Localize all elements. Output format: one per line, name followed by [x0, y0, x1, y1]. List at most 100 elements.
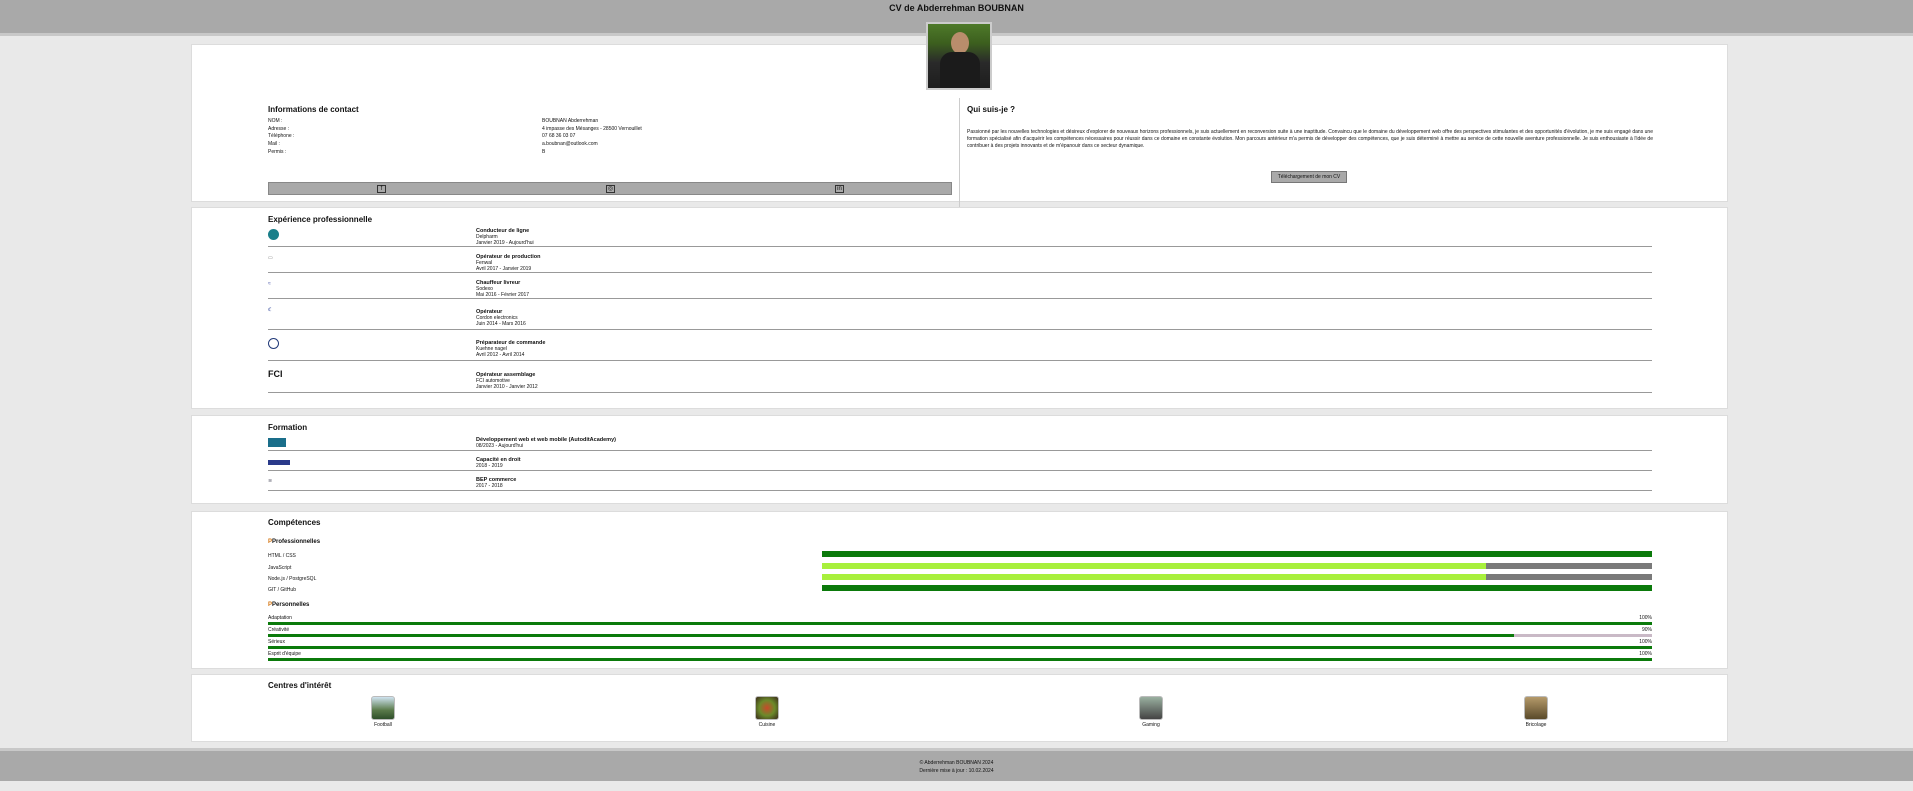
experience-dates: Juin 2014 - Mars 2016 [476, 321, 526, 327]
fenwal-logo-icon: ▭ [268, 255, 273, 261]
pro-skills-label: Professionnelles [272, 539, 321, 545]
avatar [926, 22, 992, 90]
perso-skill-bar-fill [268, 622, 1652, 625]
contact-name: BOUBNAN Abderrehman [542, 118, 599, 124]
football-icon [371, 696, 395, 720]
skill-bar-fill [822, 563, 1486, 569]
experience-row: ▭ Opérateur de production Fenwal Avril 201… [268, 253, 1652, 273]
facebook-icon[interactable]: f [377, 185, 386, 193]
experience-card: Expérience professionnelle Conducteur de… [191, 207, 1728, 409]
perso-skill-name: Adaptation [268, 615, 292, 621]
fci-logo-icon: FCI [268, 369, 283, 379]
footer-copyright: © Abderrehman BOUBNAN 2024 [919, 760, 994, 766]
experience-dates: Avril 2017 - Janvier 2019 [476, 266, 532, 272]
perso-skill: Créativité 90% [268, 627, 1652, 633]
perso-skill-bar [268, 622, 1652, 625]
perso-skill-bar [268, 646, 1652, 649]
contact-email[interactable]: a.boubnan@outlook.com [542, 141, 642, 149]
skills-title: Compétences [268, 518, 321, 527]
contact-label: Permis : [268, 148, 287, 155]
perso-skill: Sérieux 100% [268, 639, 1652, 645]
about-text: Passionné par les nouvelles technologies… [967, 129, 1653, 149]
skill-bar-fill [822, 574, 1486, 580]
contact-labels: NOM : Adresse : Téléphone : Mail : Permi… [268, 118, 294, 157]
interests-title: Centres d'intérêt [268, 681, 332, 690]
skill-label: HTML / CSS [268, 553, 296, 559]
linkedin-icon[interactable]: in [835, 185, 844, 193]
perso-skills-title: PPersonnelles [268, 602, 309, 608]
formation-row: ≋ BEP commerce 2017 - 2018 [268, 476, 1652, 491]
avatar-body [940, 52, 980, 88]
perso-skill-name: Créativité [268, 627, 290, 633]
perso-skill: Adaptation 100% [268, 615, 1652, 621]
avatar-head [951, 32, 969, 54]
delpharm-logo-icon [268, 229, 279, 240]
school-logo-icon: ≋ [268, 478, 273, 484]
experience-title: Expérience professionnelle [268, 215, 373, 224]
contact-phone: 07 68 36 03 07 [542, 133, 576, 140]
experience-row: Préparateur de commande Kuehne nagel Avril… [268, 336, 1652, 361]
instagram-icon[interactable]: ◎ [606, 185, 615, 193]
interest-football[interactable]: Football [363, 696, 403, 728]
pro-skills-title: PProfessionnelles [268, 539, 320, 545]
about-title: Qui suis-je ? [967, 105, 1016, 114]
skills-card: Compétences PProfessionnelles HTML / CSS… [191, 511, 1728, 669]
download-cv-button[interactable]: Téléchargement de mon CV [1271, 171, 1347, 183]
experience-row: ≈ Chauffeur livreur Sodexo Mai 2016 - Févr… [268, 279, 1652, 299]
university-logo-icon [268, 460, 290, 465]
skill-bar [822, 563, 1652, 569]
contact-permis: B [542, 148, 546, 155]
formation-title: Formation [268, 423, 308, 432]
skill-bar-fill [822, 551, 1652, 557]
experience-row: ℭ Opérateur Cordon electronics Juin 2014 -… [268, 305, 1652, 330]
interest-label: Bricolage [1525, 722, 1547, 728]
experience-dates: Avril 2012 - Avril 2014 [476, 352, 525, 358]
bricolage-icon [1524, 696, 1548, 720]
interest-label: Football [374, 722, 392, 728]
page-title: CV de Abderrehman BOUBNAN [889, 3, 1024, 13]
perso-skill-bar-fill [268, 634, 1514, 637]
interest-cuisine[interactable]: Cuisine [747, 696, 787, 728]
autodit-logo-icon [268, 438, 286, 447]
contact-title: Informations de contact [268, 105, 359, 114]
skill-bar [822, 551, 1652, 557]
contact-label: Adresse : [268, 125, 290, 132]
cordon-logo-icon: ℭ [268, 307, 272, 313]
formation-dates: 2017 - 2018 [476, 483, 503, 489]
perso-skill: Esprit d'équipe 100% [268, 651, 1652, 657]
kuehne-nagel-logo-icon [268, 338, 279, 349]
experience-row: Conducteur de ligne Delpharm Janvier 2019 … [268, 227, 1652, 247]
perso-skill-bar-fill [268, 646, 1652, 649]
skill-label: JavaScript [268, 565, 292, 571]
perso-skill-pct: 100% [1639, 639, 1652, 645]
perso-skills-label: Personnelles [272, 602, 310, 608]
perso-skill-name: Esprit d'équipe [268, 651, 301, 657]
interest-bricolage[interactable]: Bricolage [1516, 696, 1556, 728]
perso-skill-pct: 100% [1639, 651, 1652, 657]
formation-card: Formation Développement web et web mobil… [191, 415, 1728, 504]
perso-skill-bar-fill [268, 658, 1652, 661]
perso-skill-bar [268, 634, 1652, 637]
experience-dates: Janvier 2010 - Janvier 2012 [476, 384, 538, 390]
formation-dates: 08/2023 - Aujourd'hui [476, 443, 524, 449]
interest-label: Gaming [1142, 722, 1160, 728]
interests-card: Centres d'intérêt Football Cuisine Gamin… [191, 674, 1728, 742]
skill-bar [822, 585, 1652, 591]
perso-skill-bar [268, 658, 1652, 661]
cuisine-icon [755, 696, 779, 720]
experience-dates: Janvier 2019 - Aujourd'hui [476, 240, 534, 246]
perso-skill-pct: 100% [1639, 615, 1652, 621]
social-bar: f ◎ in [268, 182, 952, 195]
contact-address: 4 impasse des Mésanges - 28500 Vernouill… [542, 125, 642, 132]
perso-skill-pct: 90% [1641, 627, 1652, 633]
interest-label: Cuisine [758, 722, 776, 728]
sodexo-logo-icon: ≈ [268, 281, 271, 287]
interest-gaming[interactable]: Gaming [1131, 696, 1171, 728]
skill-bar-fill [822, 585, 1652, 591]
footer-updated: Dernière mise à jour : 10.02.2024 [919, 768, 994, 774]
page-footer: © Abderrehman BOUBNAN 2024 Dernière mise… [0, 748, 1913, 781]
skill-label: GIT / GitHub [268, 587, 296, 593]
contact-label: Téléphone : [268, 133, 295, 140]
formation-dates: 2018 - 2019 [476, 463, 503, 469]
skill-label: Node.js / PostgreSQL [268, 576, 317, 582]
